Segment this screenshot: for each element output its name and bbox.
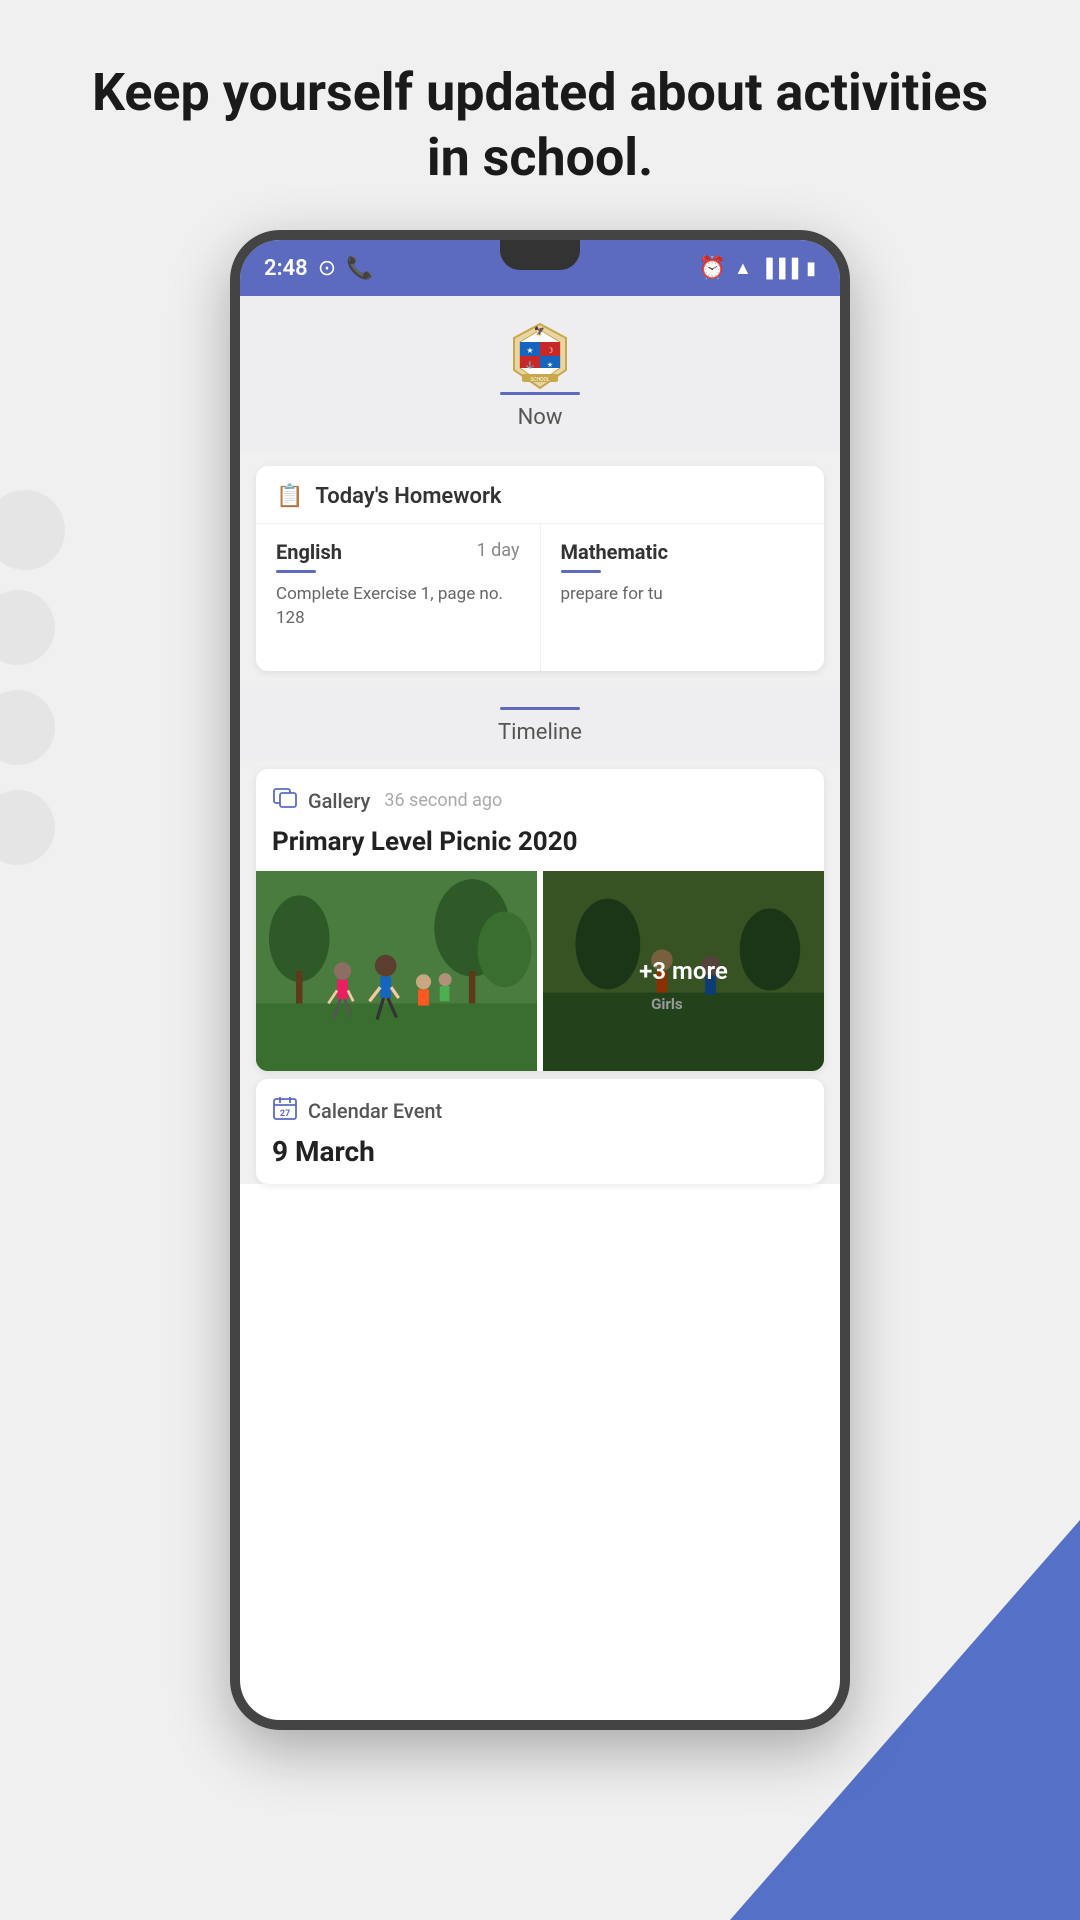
svg-text:🦅: 🦅: [534, 325, 545, 337]
homework-item-english[interactable]: English 1 day Complete Exercise 1, page …: [256, 524, 541, 671]
school-crest-icon: ★ ☽ ⚓ ★ 🦅 SCHOOL: [504, 320, 576, 392]
hw-english-days: 1 day: [477, 540, 520, 561]
hw-english-subject: English: [276, 540, 342, 564]
hw-math-top: Mathematic: [561, 540, 805, 564]
status-left: 2:48 ⊙ 📞: [264, 256, 374, 281]
gallery-images: Girls +3 more: [256, 871, 824, 1071]
page-header: Keep yourself updated about activities i…: [0, 0, 1080, 230]
gallery-photo-1[interactable]: [256, 871, 537, 1071]
gallery-meta: Gallery 36 second ago: [272, 785, 808, 817]
hw-english-description: Complete Exercise 1, page no. 128: [276, 583, 520, 631]
school-section: ★ ☽ ⚓ ★ 🦅 SCHOOL Now: [240, 296, 840, 450]
signal-icon: ▐▐▐: [760, 258, 798, 279]
phone-frame: 2:48 ⊙ 📞 ⏰ ▲ ▐▐▐ ▮: [230, 230, 850, 1730]
hw-math-underline: [561, 570, 601, 573]
phone-icon: 📞: [346, 256, 373, 281]
calendar-event-card[interactable]: 27 Calendar Event 9 March: [256, 1079, 824, 1184]
homework-title: Today's Homework: [315, 484, 501, 509]
homework-icon: 📋: [276, 484, 303, 509]
hw-english-top: English 1 day: [276, 540, 520, 564]
gallery-more-count: +3 more: [639, 957, 728, 985]
hw-math-description: prepare for tu: [561, 583, 805, 607]
timeline-section: Timeline: [240, 687, 840, 761]
app-body: ★ ☽ ⚓ ★ 🦅 SCHOOL Now 📋 Today's Homewor: [240, 296, 840, 1184]
homework-card[interactable]: 📋 Today's Homework English 1 day Complet…: [256, 466, 824, 671]
hw-english-underline: [276, 570, 316, 573]
svg-text:SCHOOL: SCHOOL: [530, 377, 550, 383]
svg-text:★: ★: [526, 346, 533, 355]
homework-items-list: English 1 day Complete Exercise 1, page …: [256, 524, 824, 671]
hw-math-subject: Mathematic: [561, 540, 669, 564]
calendar-icon: 27: [272, 1095, 298, 1127]
svg-text:27: 27: [280, 1109, 290, 1119]
gallery-type-label: Gallery: [308, 789, 370, 813]
phone-notch: [500, 240, 580, 270]
homework-item-math[interactable]: Mathematic prepare for tu: [541, 524, 825, 671]
gallery-card[interactable]: Gallery 36 second ago Primary Level Picn…: [256, 769, 824, 1071]
status-right: ⏰ ▲ ▐▐▐ ▮: [699, 256, 816, 281]
maps-icon: ⊙: [318, 256, 336, 281]
gallery-time: 36 second ago: [384, 790, 502, 811]
gallery-photo-2[interactable]: Girls +3 more: [543, 871, 824, 1071]
alarm-icon: ⏰: [699, 256, 726, 281]
gallery-icon: [272, 785, 298, 817]
svg-text:☽: ☽: [546, 346, 553, 355]
now-divider: [500, 392, 580, 395]
homework-card-header: 📋 Today's Homework: [256, 466, 824, 524]
calendar-type-label: Calendar Event: [308, 1099, 442, 1123]
battery-icon: ▮: [806, 258, 816, 279]
calendar-date: 9 March: [272, 1135, 808, 1168]
status-time: 2:48: [264, 256, 308, 281]
phone-mockup: 2:48 ⊙ 📞 ⏰ ▲ ▐▐▐ ▮: [0, 230, 1080, 1730]
now-label: Now: [518, 405, 563, 430]
svg-text:★: ★: [547, 361, 553, 369]
timeline-label: Timeline: [498, 720, 582, 745]
gallery-title: Primary Level Picnic 2020: [272, 827, 808, 857]
calendar-meta: 27 Calendar Event: [272, 1095, 808, 1127]
gallery-overlay: +3 more: [543, 871, 824, 1071]
timeline-divider: [500, 707, 580, 710]
svg-text:⚓: ⚓: [526, 360, 535, 369]
wifi-icon: ▲: [734, 258, 752, 279]
